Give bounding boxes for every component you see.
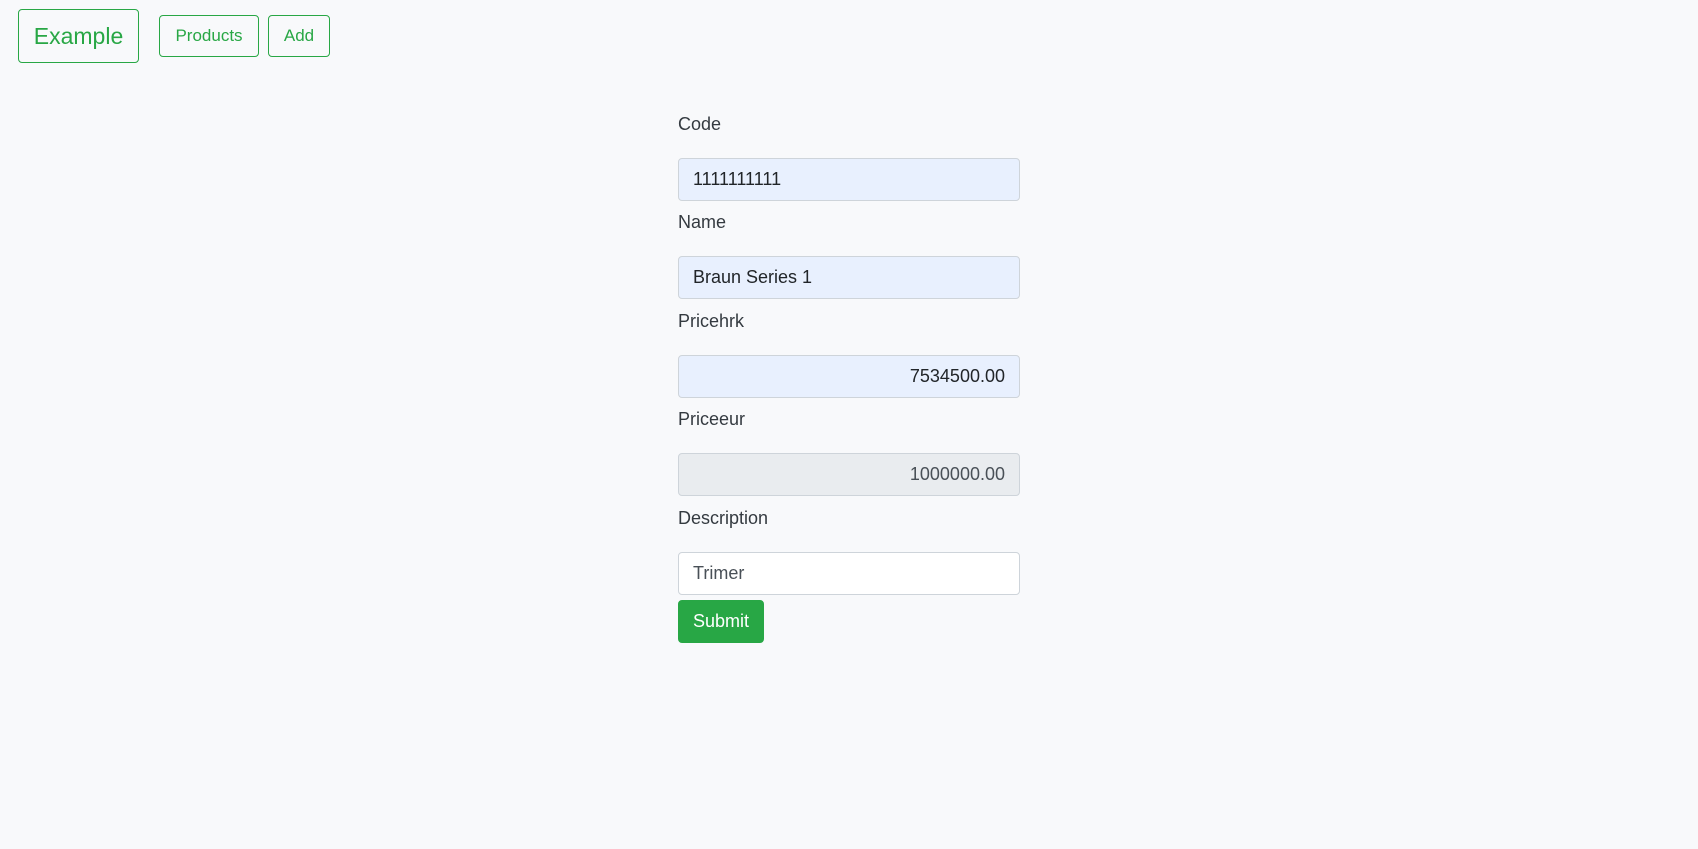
priceeur-label: Priceeur [678, 409, 746, 429]
name-field-group: Name Braun Series 1 [678, 210, 1020, 299]
pricehrk-input[interactable]: 7534500.00 [678, 355, 1020, 398]
nav-products-button[interactable]: Products [159, 15, 259, 57]
nav-add-button[interactable]: Add [268, 15, 330, 57]
submit-button[interactable]: Submit [678, 600, 764, 643]
navbar: Example Products Add [0, 0, 1698, 70]
name-input[interactable]: Braun Series 1 [678, 256, 1020, 299]
brand-link[interactable]: Example [18, 9, 139, 63]
pricehrk-field-group: Pricehrk 7534500.00 [678, 309, 1020, 398]
priceeur-field-group: Priceeur 1000000.00 [678, 407, 1020, 496]
code-input[interactable]: 1111111111 [678, 158, 1020, 201]
description-field-group: Description Trimer [678, 506, 1020, 595]
priceeur-input: 1000000.00 [678, 453, 1020, 496]
code-field-group: Code 1111111111 [678, 112, 1020, 201]
description-input[interactable]: Trimer [678, 552, 1020, 595]
pricehrk-label: Pricehrk [678, 311, 745, 331]
code-label: Code [678, 114, 722, 134]
description-label: Description [678, 508, 769, 528]
name-label: Name [678, 212, 727, 232]
